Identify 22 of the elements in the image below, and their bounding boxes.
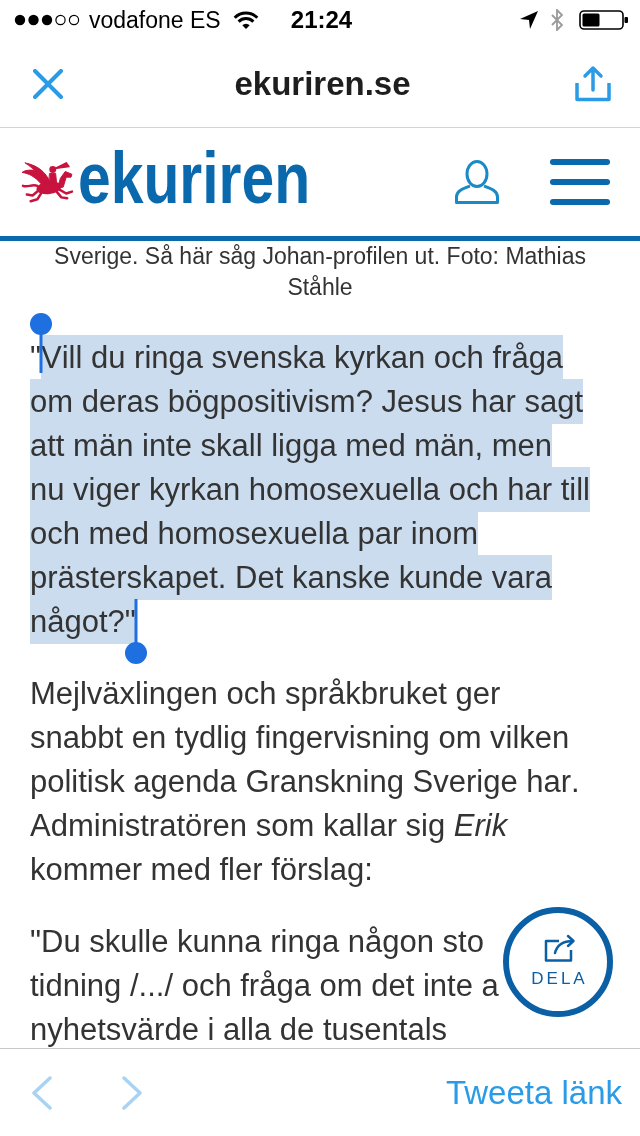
close-icon[interactable] bbox=[33, 68, 63, 99]
menu-icon[interactable] bbox=[550, 159, 610, 205]
tweet-link[interactable]: Tweeta länk bbox=[445, 1073, 622, 1112]
quote-paragraph: "Vill du ringa svenska kyrkan och fråga om deras bögpositivism? Jesus har sagt att män inte skall ligga med män, men nu viger kyrkan homosexuella och har till och med homosexuella par inom prästerskapet. Det kanske kunde vara något?" bbox=[30, 336, 593, 644]
article-paragraph: Mejlväxlingen och språkbruket ger snabbt en tydlig fingervisning om vilken politisk agenda Granskning Sverige har. Administratören som kallar sig Erik kommer med fler förslag: bbox=[30, 675, 581, 889]
signal-strength-icon bbox=[14, 14, 80, 26]
bluetooth-icon bbox=[551, 9, 563, 31]
carrier-name: vodafone ES bbox=[89, 6, 221, 34]
share-button[interactable]: DELA bbox=[503, 907, 613, 1017]
paragraph-line: "Du skulle kunna ringa någon sto bbox=[30, 925, 484, 958]
paragraph-line: tidning /.../ och fråga om det inte a bbox=[30, 969, 499, 1002]
status-time: 21:24 bbox=[290, 6, 353, 33]
wifi-icon bbox=[232, 10, 259, 30]
location-arrow-icon bbox=[520, 11, 538, 29]
battery-icon bbox=[579, 10, 629, 30]
share-icon bbox=[543, 933, 576, 962]
photo-caption: Sverige. Så här såg Johan-profilen ut. Foto: Mathias Ståhle bbox=[53, 242, 587, 302]
paragraph-line: nyhetsvärde i alla de tusentals bbox=[30, 1013, 448, 1046]
logo-text[interactable]: ekuriren bbox=[78, 142, 311, 214]
page-title: ekuriren.se bbox=[234, 64, 411, 103]
share-icon[interactable] bbox=[574, 65, 612, 102]
user-icon[interactable] bbox=[454, 159, 500, 205]
